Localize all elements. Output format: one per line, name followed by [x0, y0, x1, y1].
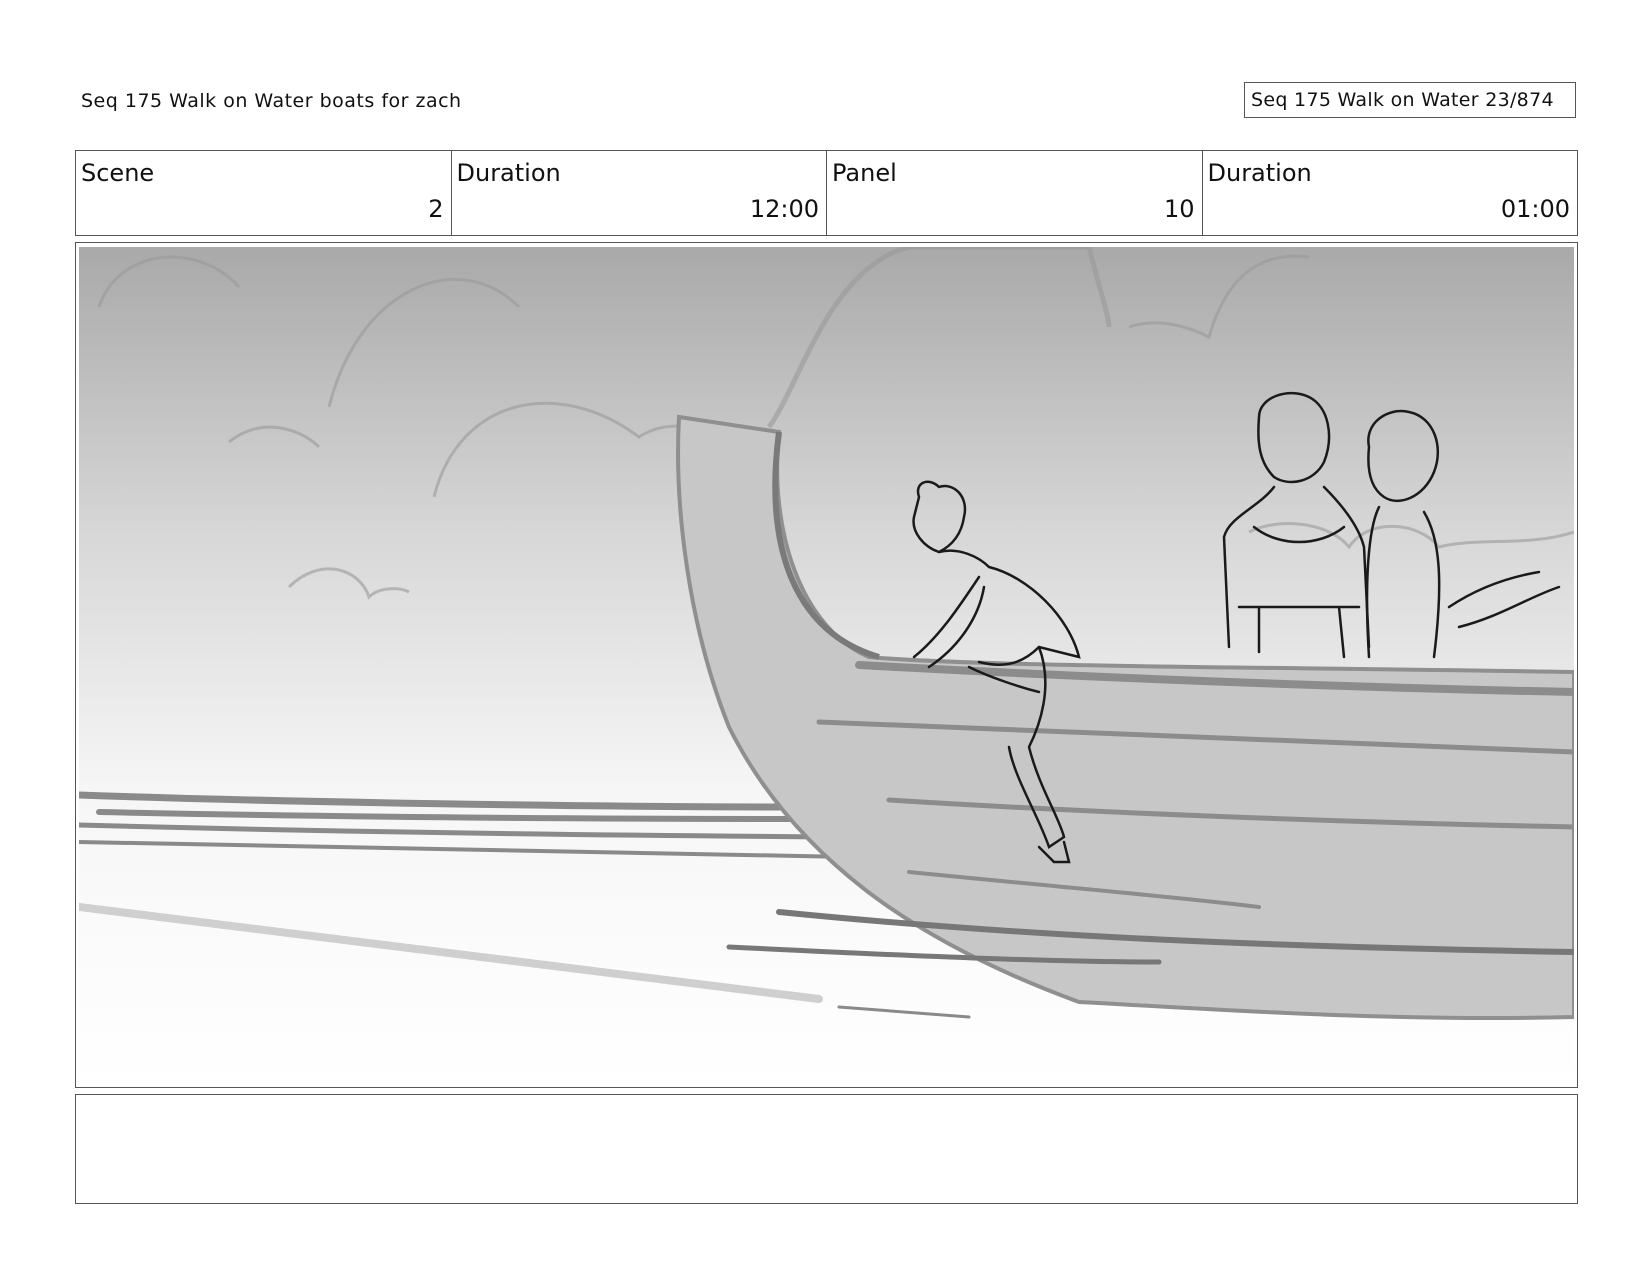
page-counter: Seq 175 Walk on Water 23/874: [1244, 82, 1576, 118]
info-table: Scene 2 Duration 12:00 Panel 10 Duration…: [75, 150, 1578, 236]
scene-value: 2: [428, 195, 444, 223]
scene-label: Scene: [81, 159, 155, 187]
sequence-title: Seq 175 Walk on Water boats for zach: [81, 90, 462, 112]
scene-duration-cell: Duration 12:00: [452, 151, 827, 235]
storyboard-sketch: [79, 247, 1574, 1083]
scene-cell: Scene 2: [76, 151, 452, 235]
scene-duration-label: Duration: [456, 159, 561, 187]
panel-cell: Panel 10: [827, 151, 1203, 235]
panel-duration-label: Duration: [1207, 159, 1312, 187]
scene-duration-value: 12:00: [749, 195, 819, 223]
panel-label: Panel: [832, 159, 897, 187]
notes-box: [75, 1094, 1578, 1204]
panel-value: 10: [1163, 195, 1195, 223]
panel-duration-cell: Duration 01:00: [1203, 151, 1578, 235]
panel-duration-value: 01:00: [1500, 195, 1570, 223]
